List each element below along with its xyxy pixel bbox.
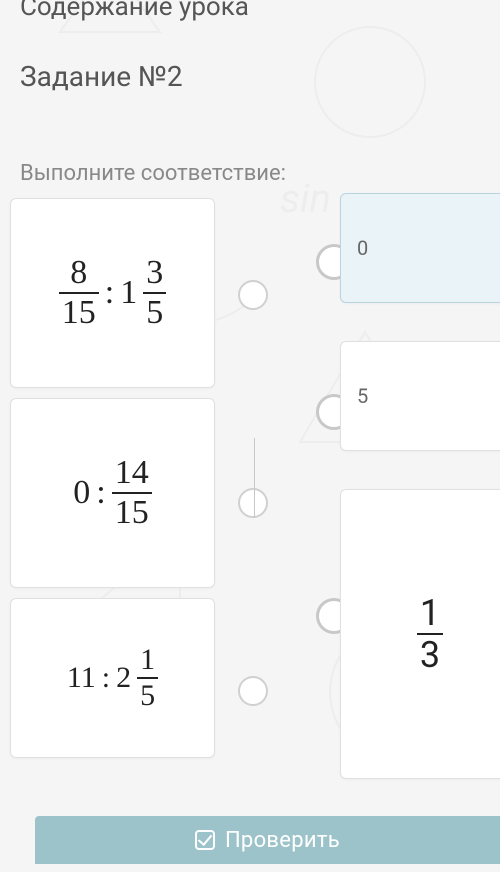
lesson-contents-heading: Содержание урока xyxy=(20,0,480,22)
left-card-2[interactable]: 0 : 1415 xyxy=(10,398,215,588)
frac-num: 3 xyxy=(143,256,166,292)
check-icon xyxy=(195,830,215,850)
matching-area: 815 : 1 35 0 : 1415 11 : 2 xyxy=(20,198,480,768)
task-instruction: Выполните соответствие: xyxy=(20,161,480,186)
check-button[interactable]: Проверить xyxy=(35,816,500,864)
right-card-2[interactable]: 5 xyxy=(340,341,500,451)
frac-num: 14 xyxy=(112,456,152,492)
mixed-whole: 1 xyxy=(120,274,137,312)
frac-den: 5 xyxy=(137,677,158,711)
connector-node-left-2[interactable] xyxy=(238,488,268,518)
connector-node-left-1[interactable] xyxy=(238,280,268,310)
right-card-3[interactable]: 1 3 xyxy=(340,489,500,779)
frac-num: 8 xyxy=(67,256,90,292)
answer-value: 5 xyxy=(357,384,368,408)
left-card-1[interactable]: 815 : 1 35 xyxy=(10,198,215,388)
frac-den: 3 xyxy=(417,633,443,673)
frac-num: 1 xyxy=(137,645,158,677)
task-title: Задание №2 xyxy=(20,60,480,93)
connector-node-left-3[interactable] xyxy=(238,676,268,706)
mixed-whole: 2 xyxy=(116,661,131,695)
right-card-1[interactable]: 0 xyxy=(340,193,500,303)
operator: : xyxy=(96,474,105,512)
left-card-3[interactable]: 11 : 2 15 xyxy=(10,598,215,758)
operator: : xyxy=(102,661,110,695)
frac-den: 5 xyxy=(143,292,166,330)
operator: : xyxy=(105,274,114,312)
frac-num: 1 xyxy=(417,595,443,633)
answer-value: 0 xyxy=(357,236,368,260)
connector-line xyxy=(254,438,255,518)
check-button-label: Проверить xyxy=(225,828,340,853)
integer: 11 xyxy=(67,661,96,695)
integer: 0 xyxy=(73,474,90,512)
frac-den: 15 xyxy=(112,492,152,530)
frac-den: 15 xyxy=(59,292,99,330)
